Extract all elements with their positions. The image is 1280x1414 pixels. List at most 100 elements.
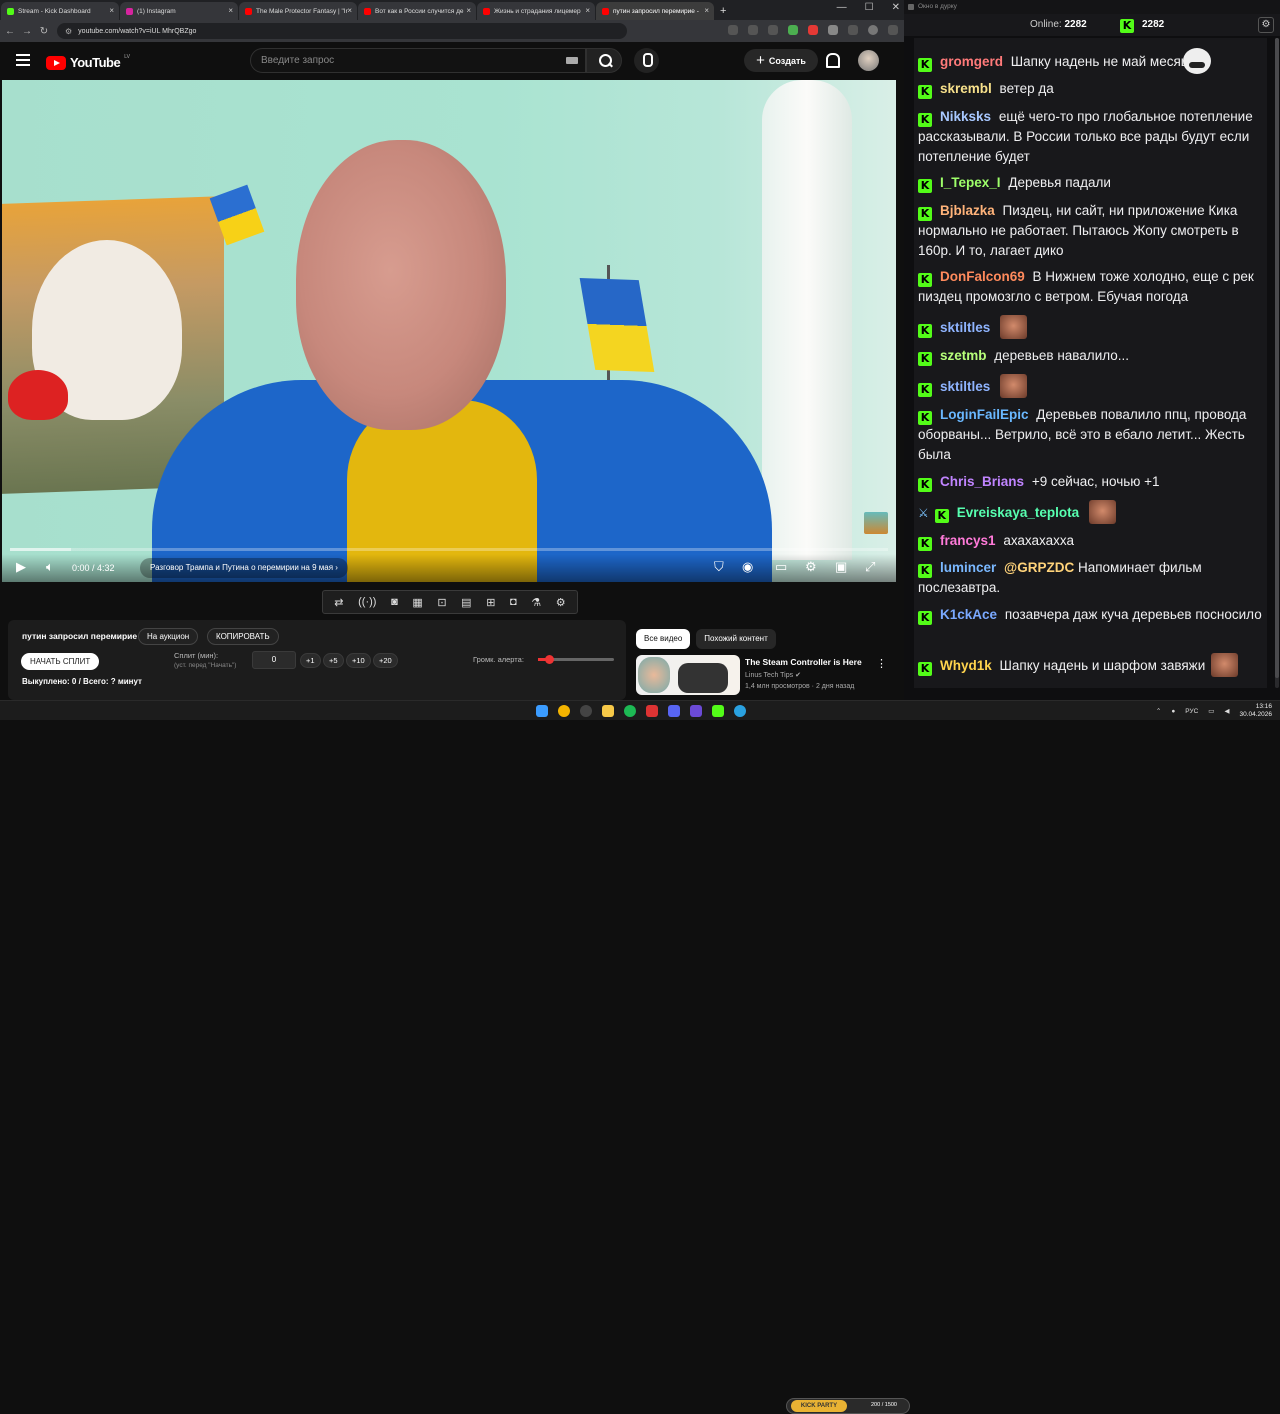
close-tab-icon[interactable]: ×	[109, 6, 114, 15]
loop-icon[interactable]: ⇄	[334, 596, 343, 609]
speaker-icon[interactable]: ◀	[1224, 707, 1229, 715]
url-field[interactable]: ⚙ youtube.com/watch?v=iUL MhrQBZgo	[57, 23, 627, 39]
app-icon[interactable]	[646, 705, 658, 717]
chat-username[interactable]: DonFalcon69	[940, 269, 1025, 284]
video-title[interactable]: The Steam Controller is Here	[745, 657, 862, 667]
chip-related[interactable]: Похожий контент	[696, 629, 776, 649]
start-split-button[interactable]: НАЧАТЬ СПЛИТ	[21, 653, 100, 670]
tab-youtube-1[interactable]: The Male Protector Fantasy | "Ir ×	[239, 2, 357, 20]
chat-username[interactable]: Nikksks	[940, 109, 991, 124]
chat-username[interactable]: Chris_Brians	[940, 474, 1024, 489]
recommended-video[interactable]: The Steam Controller is Here Linus Tech …	[636, 655, 896, 695]
install-app-icon[interactable]	[728, 25, 738, 35]
media-icon[interactable]	[690, 705, 702, 717]
minimize-icon[interactable]: —	[837, 2, 847, 13]
chat-username[interactable]: Whyd1k	[940, 658, 992, 673]
increment-1-button[interactable]: +1	[300, 653, 321, 668]
extension-icon[interactable]	[808, 25, 818, 35]
close-tab-icon[interactable]: ×	[704, 6, 709, 15]
autoplay-toggle-icon[interactable]: ◉	[742, 560, 753, 574]
crop-icon[interactable]: ⊡	[437, 596, 446, 609]
channel-watermark[interactable]	[864, 512, 888, 534]
close-tab-icon[interactable]: ×	[466, 6, 471, 15]
chat-mention[interactable]: @GRPZDC	[1004, 560, 1074, 575]
obs-icon[interactable]	[580, 705, 592, 717]
chat-settings-gear-icon[interactable]: ⚙	[1258, 17, 1274, 33]
chip-all-videos[interactable]: Все видео	[636, 629, 691, 649]
chat-username[interactable]: Evreiskaya_teplota	[957, 505, 1079, 520]
tab-youtube-2[interactable]: Вот как в России случится де ×	[358, 2, 476, 20]
chat-username[interactable]: Bjblazka	[940, 203, 995, 218]
extension-icon[interactable]	[828, 25, 838, 35]
keyboard-icon[interactable]	[566, 57, 578, 64]
close-tab-icon[interactable]: ×	[228, 6, 233, 15]
tab-kick-dashboard[interactable]: Stream - Kick Dashboard ×	[1, 2, 119, 20]
video-player[interactable]: ▶ 🔈︎ 0:00 / 4:32 Разговор Трампа и Путин…	[2, 80, 896, 582]
tray-chevron-icon[interactable]: ⌃	[1156, 707, 1161, 715]
more-options-icon[interactable]: ⋮	[876, 657, 887, 670]
profile-icon[interactable]	[868, 25, 878, 35]
new-tab-button[interactable]: +	[720, 2, 726, 20]
increment-5-button[interactable]: +5	[323, 653, 344, 668]
screenshot-icon[interactable]: ◙	[391, 596, 398, 608]
channel-name[interactable]: Linus Tech Tips ✔	[745, 671, 801, 679]
fullscreen-icon[interactable]: ⤢	[865, 560, 875, 574]
chat-username[interactable]: gromgerd	[940, 54, 1003, 69]
filmstrip-icon[interactable]: ▤	[461, 596, 471, 609]
miniplayer-icon[interactable]: ▣	[835, 560, 847, 574]
chat-username[interactable]: I_Tepex_I	[940, 175, 1001, 190]
create-button[interactable]: + Создать	[744, 49, 818, 72]
copy-button[interactable]: КОПИРОВАТЬ	[207, 628, 279, 645]
network-icon[interactable]: ▭	[1208, 707, 1214, 715]
search-input[interactable]: Введите запрос	[250, 48, 586, 73]
chapter-button[interactable]: Разговор Трампа и Путина о перемирии на …	[140, 558, 348, 578]
forward-icon[interactable]: →	[20, 26, 34, 37]
clock[interactable]: 13:16 30.04.2026	[1239, 703, 1272, 719]
site-info-icon[interactable]: ⚙	[65, 27, 72, 36]
close-tab-icon[interactable]: ×	[347, 6, 352, 15]
spotify-icon[interactable]	[624, 705, 636, 717]
settings-gear-icon[interactable]: ⚙	[805, 560, 817, 574]
alert-volume-knob[interactable]	[545, 655, 555, 664]
alert-volume-slider[interactable]	[538, 655, 614, 664]
youtube-logo[interactable]: YouTube LV	[46, 54, 130, 70]
sponsorblock-icon[interactable]: ⛉	[714, 560, 724, 574]
auction-button[interactable]: На аукцион	[138, 628, 199, 645]
video-thumbnail[interactable]	[636, 655, 740, 695]
chat-username[interactable]: sktiltles	[940, 320, 990, 335]
voice-search-mic-icon[interactable]	[634, 48, 659, 73]
camera-icon[interactable]: ◘	[510, 596, 517, 608]
kick-app-icon[interactable]	[712, 705, 724, 717]
increment-10-button[interactable]: +10	[346, 653, 371, 668]
microphone-icon[interactable]: ●	[1171, 708, 1175, 715]
flask-icon[interactable]: ⚗	[531, 596, 541, 609]
subtitles-icon[interactable]: ▭	[775, 560, 787, 574]
chat-username[interactable]: K1ckAce	[940, 607, 997, 622]
add-frame-icon[interactable]: ⊞	[486, 596, 495, 609]
notifications-bell-icon[interactable]	[824, 53, 840, 68]
discord-icon[interactable]	[668, 705, 680, 717]
chat-username[interactable]: francys1	[940, 533, 996, 548]
tab-youtube-3[interactable]: Жизнь и страдания лицемер ×	[477, 2, 595, 20]
chat-username[interactable]: LoginFailEpic	[940, 407, 1029, 422]
bookmark-star-icon[interactable]	[768, 25, 778, 35]
tab-instagram[interactable]: (1) Instagram ×	[120, 2, 238, 20]
chat-username[interactable]: lumincer	[940, 560, 996, 575]
kick-party-widget[interactable]: KICK PARTY 200 / 1500	[786, 1398, 910, 1414]
close-window-icon[interactable]: ✕	[892, 2, 900, 13]
extension-icon[interactable]	[788, 25, 798, 35]
reload-icon[interactable]: ↻	[37, 26, 51, 37]
language-indicator[interactable]: РУС	[1185, 708, 1198, 715]
increment-20-button[interactable]: +20	[373, 653, 398, 668]
chrome-icon[interactable]	[558, 705, 570, 717]
telegram-icon[interactable]	[734, 705, 746, 717]
chat-username[interactable]: sktiltles	[940, 379, 990, 394]
hamburger-menu-icon[interactable]	[16, 54, 30, 69]
chat-scrollbar[interactable]	[1275, 38, 1279, 688]
volume-icon[interactable]: 🔈︎	[46, 560, 54, 574]
search-button[interactable]	[586, 48, 622, 73]
windows-start-icon[interactable]	[536, 705, 548, 717]
chat-username[interactable]: skrembl	[940, 81, 992, 96]
download-icon[interactable]	[848, 25, 858, 35]
browser-menu-icon[interactable]	[888, 25, 898, 35]
